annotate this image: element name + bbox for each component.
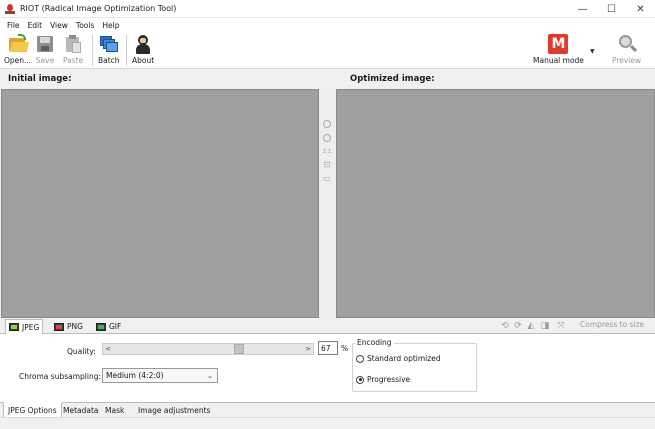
tab-metadata[interactable]: Metadata xyxy=(58,403,104,418)
sync-view-icon[interactable]: ▭ xyxy=(322,173,332,183)
mode-dropdown-arrow-icon[interactable]: ▼ xyxy=(590,48,595,55)
about-label: About xyxy=(132,56,155,65)
maximize-button[interactable]: ☐ xyxy=(597,0,626,18)
rotate-right-icon[interactable]: ⟳ xyxy=(513,321,523,331)
optimized-image-title: Optimized image: xyxy=(350,74,435,84)
zoom-out-icon[interactable] xyxy=(322,133,332,143)
quality-label: Quality: xyxy=(67,347,96,356)
about-person-icon xyxy=(133,34,153,54)
batch-files-icon xyxy=(99,34,119,54)
actual-size-icon[interactable]: 1:1 xyxy=(322,147,332,157)
radio-standard-label: Standard optimized xyxy=(367,354,441,363)
tab-png[interactable]: PNG xyxy=(50,319,87,334)
quality-percent-sign: % xyxy=(341,344,349,353)
manual-mode-button[interactable]: M Manual mode xyxy=(533,34,584,67)
radio-progressive[interactable]: Progressive xyxy=(356,375,410,384)
tab-png-label: PNG xyxy=(67,322,83,331)
batch-button[interactable]: Batch xyxy=(98,34,120,67)
title-bar: RIOT (Radical Image Optimization Tool) —… xyxy=(0,0,655,18)
manual-mode-icon: M xyxy=(548,34,569,54)
radio-standard-indicator[interactable] xyxy=(356,354,364,363)
tab-jpeg-options[interactable]: JPEG Options xyxy=(3,402,62,418)
optimized-image-view[interactable] xyxy=(336,89,655,318)
chroma-subsampling-label: Chroma subsampling: xyxy=(19,372,101,381)
initial-image-view[interactable] xyxy=(1,89,319,318)
png-file-icon xyxy=(54,322,64,331)
tab-gif-label: GIF xyxy=(109,322,122,331)
tab-image-adjustments[interactable]: Image adjustments xyxy=(133,403,215,418)
encoding-group-title: Encoding xyxy=(355,338,394,347)
flip-vertical-icon[interactable]: ◭ xyxy=(526,321,536,331)
zoom-toolbar: 1:1 ⊡ ▭ xyxy=(319,89,335,318)
gif-file-icon xyxy=(96,322,106,331)
menu-edit[interactable]: Edit xyxy=(24,21,47,30)
paste-label: Paste xyxy=(63,56,84,65)
quality-slider-thumb[interactable] xyxy=(233,344,244,354)
paste-clipboard-icon xyxy=(63,34,83,54)
preview-button[interactable]: Preview xyxy=(612,34,641,67)
rotate-left-icon[interactable]: ⟲ xyxy=(500,321,510,331)
tab-gif[interactable]: GIF xyxy=(92,319,125,334)
menu-tools[interactable]: Tools xyxy=(72,21,98,30)
compress-to-size-button[interactable]: Compress to size xyxy=(580,320,644,329)
toolbar-separator xyxy=(126,35,127,66)
status-bar xyxy=(0,417,655,429)
flip-horizontal-icon[interactable]: ◨ xyxy=(540,321,550,331)
window-controls: — ☐ ✕ xyxy=(568,0,655,18)
open-folder-icon xyxy=(8,34,29,54)
close-button[interactable]: ✕ xyxy=(626,0,655,18)
open-button[interactable]: Open... xyxy=(4,34,31,67)
chevron-down-icon: ⌄ xyxy=(207,372,213,380)
initial-image-title: Initial image: xyxy=(8,74,72,84)
window-title: RIOT (Radical Image Optimization Tool) xyxy=(20,4,177,13)
paste-button[interactable]: Paste xyxy=(63,34,83,67)
menu-view[interactable]: View xyxy=(46,21,72,30)
chroma-subsampling-select[interactable]: Medium (4:2:0) ⌄ xyxy=(102,368,218,383)
save-button[interactable]: Save xyxy=(35,34,55,67)
option-tabs: JPEG Options Metadata Mask Image adjustm… xyxy=(0,402,655,418)
tab-mask[interactable]: Mask xyxy=(100,403,129,418)
preview-label: Preview xyxy=(612,56,642,65)
radio-standard-optimized[interactable]: Standard optimized xyxy=(356,354,441,363)
slider-left-arrow-icon[interactable]: < xyxy=(103,344,113,354)
fit-to-window-icon[interactable]: ⊡ xyxy=(322,159,332,169)
manual-mode-label: Manual mode xyxy=(533,56,584,65)
tab-jpeg[interactable]: JPEG xyxy=(5,319,44,335)
slider-right-arrow-icon[interactable]: > xyxy=(303,344,313,354)
preview-magnifier-icon xyxy=(617,34,637,54)
resize-icon[interactable]: ⤧ xyxy=(556,321,566,331)
quality-slider[interactable]: < > xyxy=(102,343,314,355)
batch-label: Batch xyxy=(98,56,120,65)
radio-progressive-label: Progressive xyxy=(367,375,411,384)
chroma-subsampling-value: Medium (4:2:0) xyxy=(106,371,164,380)
quality-input[interactable]: 67 xyxy=(318,341,338,355)
jpeg-file-icon xyxy=(9,323,19,331)
menu-help[interactable]: Help xyxy=(98,21,123,30)
tab-jpeg-label: JPEG xyxy=(22,322,40,332)
menu-bar: File Edit View Tools Help xyxy=(0,18,655,32)
open-label: Open... xyxy=(4,56,32,65)
zoom-in-icon[interactable] xyxy=(322,119,332,129)
encoding-group xyxy=(352,343,477,392)
radio-progressive-indicator[interactable] xyxy=(356,375,364,384)
toolbar-separator xyxy=(92,35,93,66)
minimize-button[interactable]: — xyxy=(568,0,597,18)
menu-file[interactable]: File xyxy=(3,21,24,30)
riot-app-icon xyxy=(5,3,15,14)
about-button[interactable]: About xyxy=(132,34,154,67)
toolbar: Open... Save Paste Batch About M Manual … xyxy=(0,32,655,69)
save-label: Save xyxy=(35,56,55,65)
save-disk-icon xyxy=(35,34,55,54)
